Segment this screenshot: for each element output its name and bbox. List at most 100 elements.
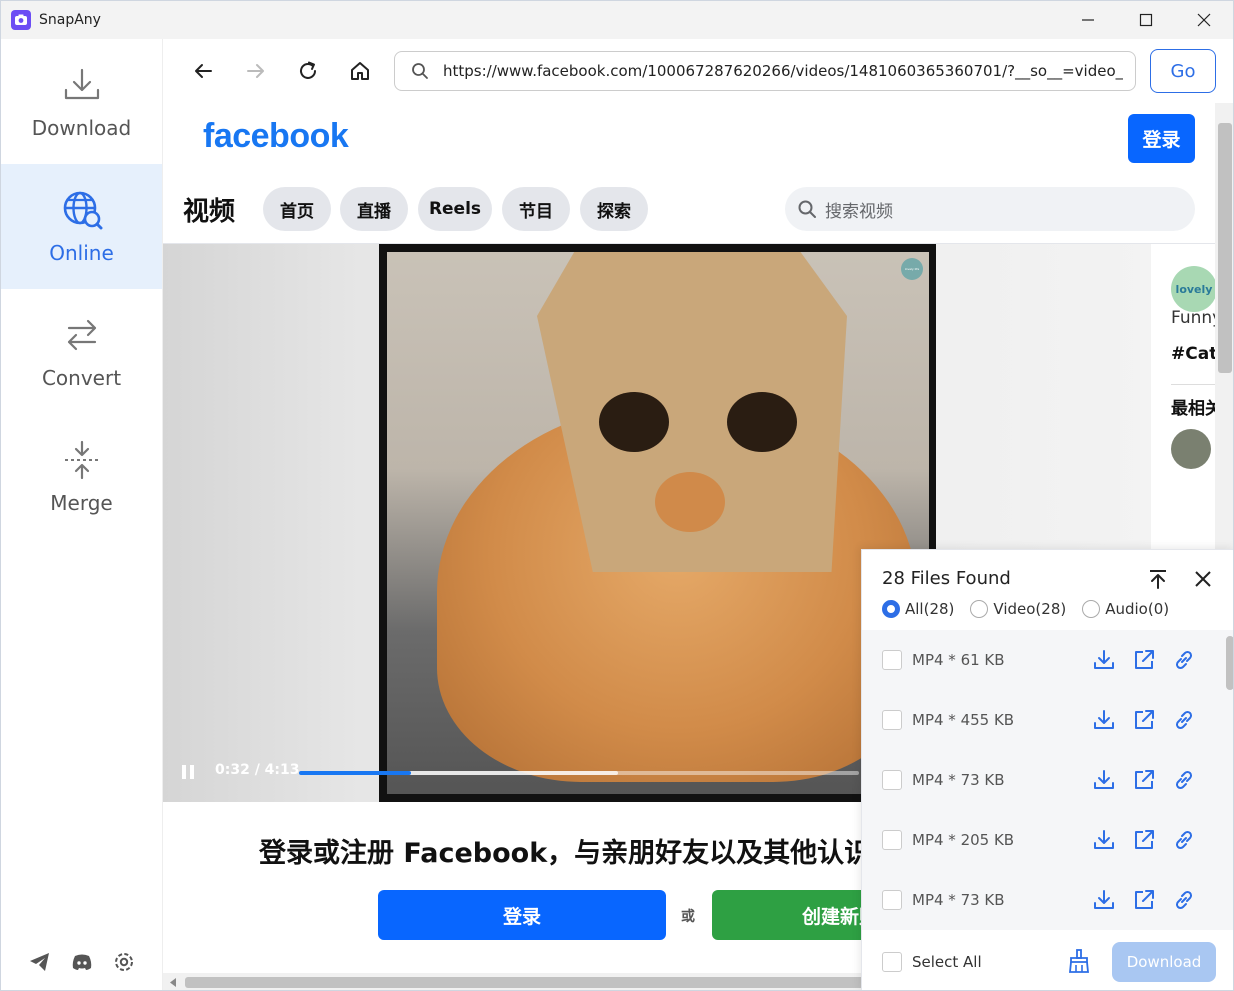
download-icon[interactable] [1092,828,1116,852]
filter-audio[interactable]: Audio(0) [1082,600,1169,618]
tab-home[interactable]: 首页 [263,187,331,231]
telegram-icon[interactable] [28,950,52,974]
search-placeholder: 搜索视频 [825,201,893,222]
file-checkbox[interactable] [882,770,902,790]
file-list: MP4 * 61 KB MP4 * 455 KB MP4 * 73 KB MP4… [862,630,1233,930]
discord-icon[interactable] [70,950,94,974]
channel-watermark: lovely life [901,258,923,280]
reload-button[interactable] [294,57,322,85]
search-icon [798,200,816,218]
sidebar-item-label: Online [49,240,114,265]
home-button[interactable] [346,57,374,85]
back-button[interactable] [189,57,217,85]
sidebar-item-label: Merge [50,490,113,515]
home-icon [351,62,369,80]
radio-icon [1082,600,1101,618]
file-label: MP4 * 61 KB [912,651,1005,669]
files-found-title: 28 Files Found [882,568,1011,589]
file-checkbox[interactable] [882,650,902,670]
sidebar: Download Online Convert Merge [1,39,163,990]
file-list-scrollbar[interactable] [1226,636,1233,690]
sidebar-item-merge[interactable]: Merge [1,414,162,539]
tab-live[interactable]: 直播 [340,187,408,231]
video-progress-fill [299,771,411,775]
open-external-icon[interactable] [1132,648,1156,672]
copy-link-icon[interactable] [1172,648,1196,672]
pause-button[interactable] [181,764,195,784]
related-avatar[interactable] [1171,429,1211,469]
video-frame[interactable]: lovely life [379,244,936,802]
download-icon[interactable] [1092,768,1116,792]
video-search-input[interactable]: 搜索视频 [785,187,1195,231]
file-label: MP4 * 73 KB [912,891,1005,909]
file-label: MP4 * 205 KB [912,831,1015,849]
select-all-label[interactable]: Select All [912,953,982,971]
open-external-icon[interactable] [1132,828,1156,852]
collapse-to-top-button[interactable] [1145,566,1171,592]
download-icon[interactable] [1092,648,1116,672]
minimize-button[interactable] [1059,1,1117,39]
scroll-left-icon[interactable] [169,978,177,987]
file-row: MP4 * 205 KB [862,810,1222,870]
select-all-checkbox[interactable] [882,951,902,972]
video-title-snippet: Funny [1171,308,1215,328]
filter-all[interactable]: All(28) [882,600,954,618]
file-checkbox[interactable] [882,830,902,850]
file-row: MP4 * 455 KB [862,690,1222,750]
copy-link-icon[interactable] [1172,828,1196,852]
tab-explore[interactable]: 探索 [580,187,648,231]
tab-shows[interactable]: 节目 [502,187,570,231]
forward-button[interactable] [242,57,270,85]
tab-reels[interactable]: Reels [418,187,492,231]
arrow-up-to-line-icon [1150,570,1166,589]
copy-link-icon[interactable] [1172,888,1196,912]
radio-icon [970,600,989,618]
app-window: SnapAny Download Online Convert Merge ht… [0,0,1234,991]
sidebar-item-convert[interactable]: Convert [1,289,162,414]
radio-selected-icon [882,600,900,618]
sidebar-item-label: Convert [41,365,122,390]
files-panel-footer: Select All Download [862,930,1233,990]
video-progress-bar[interactable] [299,771,859,775]
file-row: MP4 * 73 KB [862,870,1222,930]
video-thumbnail-cat: lovely life [387,252,929,794]
sidebar-item-online[interactable]: Online [1,164,162,289]
file-checkbox[interactable] [882,890,902,910]
url-bar[interactable] [394,51,1136,91]
maximize-button[interactable] [1117,1,1175,39]
clear-list-button[interactable] [1068,949,1090,977]
search-icon [412,63,428,79]
open-external-icon[interactable] [1132,888,1156,912]
copy-link-icon[interactable] [1172,708,1196,732]
hashtag-link[interactable]: #Cats [1171,344,1215,364]
facebook-header: facebook 登录 [163,103,1215,173]
close-window-button[interactable] [1175,1,1233,39]
settings-gear-icon[interactable] [112,950,136,974]
sidebar-item-download[interactable]: Download [1,39,162,164]
related-heading: 最相关 [1171,399,1215,419]
facebook-login-button[interactable]: 登录 [1128,114,1195,163]
arrow-right-icon [247,64,264,78]
file-type-filters: All(28) Video(28) Audio(0) [882,600,1169,618]
filter-video[interactable]: Video(28) [970,600,1066,618]
channel-avatar[interactable]: lovely [1171,266,1215,312]
file-checkbox[interactable] [882,710,902,730]
close-panel-button[interactable] [1190,566,1216,592]
download-icon [64,68,99,99]
open-external-icon[interactable] [1132,768,1156,792]
url-input[interactable] [443,62,1123,80]
globe-search-icon [63,191,102,229]
arrow-left-icon [195,64,212,78]
download-icon[interactable] [1092,888,1116,912]
facebook-logo[interactable]: facebook [203,117,349,156]
sidebar-item-label: Download [31,115,132,140]
files-found-panel: 28 Files Found All(28) Video(28) Audio(0… [861,549,1233,990]
copy-link-icon[interactable] [1172,768,1196,792]
download-icon[interactable] [1092,708,1116,732]
file-row: MP4 * 73 KB [862,750,1222,810]
facebook-login-large-button[interactable]: 登录 [378,890,666,940]
open-external-icon[interactable] [1132,708,1156,732]
go-button[interactable]: Go [1150,49,1216,93]
download-selected-button[interactable]: Download [1112,942,1216,982]
browser-toolbar: Go [163,39,1233,103]
